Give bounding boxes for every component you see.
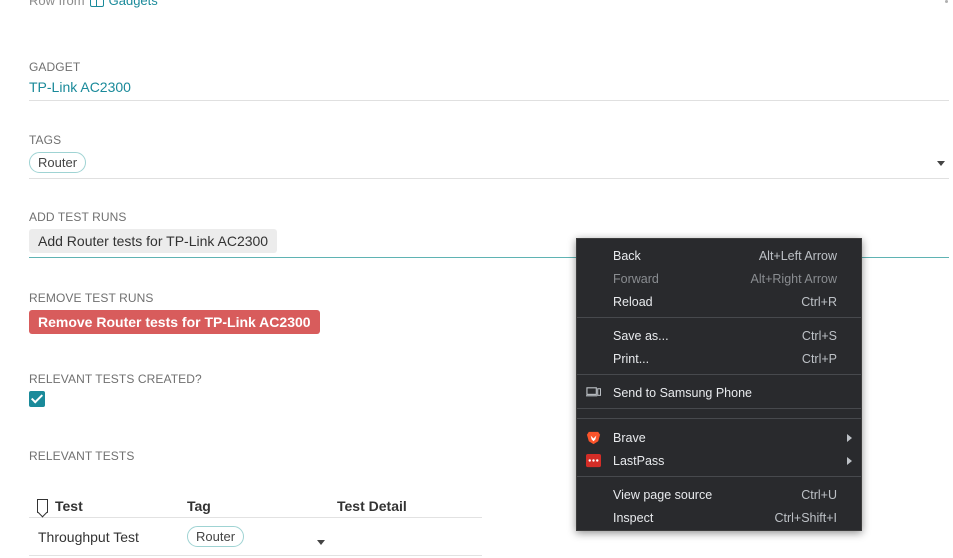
cell-tag[interactable]: Router bbox=[187, 526, 337, 547]
row-from-label: Row from bbox=[29, 0, 85, 8]
menu-item-shortcut: Ctrl+R bbox=[801, 294, 837, 309]
add-test-runs-button[interactable]: Add Router tests for TP-Link AC2300 bbox=[29, 229, 278, 253]
column-header-test-detail[interactable]: Test Detail bbox=[337, 498, 482, 514]
menu-item-brave[interactable]: Brave bbox=[577, 426, 861, 449]
tags-label: TAGS bbox=[29, 133, 62, 147]
menu-item-view-source[interactable]: View page source Ctrl+U bbox=[577, 483, 861, 506]
menu-divider bbox=[577, 476, 861, 477]
menu-item-shortcut: Ctrl+S bbox=[801, 328, 837, 343]
menu-item-send-to-phone[interactable]: Send to Samsung Phone bbox=[577, 381, 861, 404]
menu-divider bbox=[577, 418, 861, 419]
menu-item-label: Forward bbox=[613, 271, 659, 286]
cell-test[interactable]: Throughput Test bbox=[29, 529, 187, 545]
menu-item-save-as[interactable]: Save as... Ctrl+S bbox=[577, 324, 861, 347]
menu-item-label: Print... bbox=[613, 351, 650, 366]
gadget-label: GADGET bbox=[29, 60, 81, 74]
table-header-row: Test Tag Test Detail bbox=[29, 494, 482, 518]
menu-divider bbox=[577, 317, 861, 318]
menu-item-label: Back bbox=[613, 248, 641, 263]
menu-item-label: Send to Samsung Phone bbox=[613, 385, 752, 400]
menu-item-reload[interactable]: Reload Ctrl+R bbox=[577, 290, 861, 313]
menu-item-inspect[interactable]: Inspect Ctrl+Shift+I bbox=[577, 506, 861, 529]
more-options-icon[interactable] bbox=[945, 0, 948, 8]
submenu-arrow-icon bbox=[847, 434, 852, 442]
gadget-field: GADGET TP-Link AC2300 bbox=[29, 60, 949, 101]
context-menu: Back Alt+Left Arrow Forward Alt+Right Ar… bbox=[576, 238, 862, 531]
menu-item-label: Inspect bbox=[613, 510, 654, 525]
brave-icon bbox=[586, 431, 601, 445]
chevron-down-icon[interactable] bbox=[317, 540, 325, 545]
table-name: Gadgets bbox=[108, 0, 158, 8]
table-icon bbox=[89, 0, 104, 7]
menu-item-label: Reload bbox=[613, 294, 653, 309]
menu-item-lastpass[interactable]: LastPass bbox=[577, 449, 861, 472]
chevron-down-icon[interactable] bbox=[937, 161, 945, 166]
menu-item-label: Brave bbox=[613, 430, 646, 445]
tags-select[interactable]: Router bbox=[29, 152, 949, 179]
relevant-tests-table: Test Tag Test Detail Throughput Test Rou… bbox=[29, 494, 482, 556]
menu-item-print[interactable]: Print... Ctrl+P bbox=[577, 347, 861, 370]
tag-pill[interactable]: Router bbox=[187, 526, 245, 547]
table-row[interactable]: Throughput Test Router bbox=[29, 518, 482, 556]
menu-item-shortcut: Ctrl+P bbox=[801, 351, 837, 366]
device-icon bbox=[586, 387, 601, 397]
menu-item-label: View page source bbox=[613, 487, 713, 502]
gadget-link[interactable]: TP-Link AC2300 bbox=[29, 79, 949, 101]
remove-test-runs-button[interactable]: Remove Router tests for TP-Link AC2300 bbox=[29, 310, 320, 334]
table-link[interactable]: Gadgets bbox=[89, 0, 158, 8]
submenu-arrow-icon bbox=[847, 457, 852, 465]
row-source: Row from Gadgets bbox=[29, 0, 158, 8]
menu-item-label: Save as... bbox=[613, 328, 669, 343]
menu-item-shortcut: Alt+Right Arrow bbox=[750, 271, 838, 286]
menu-item-back[interactable]: Back Alt+Left Arrow bbox=[577, 244, 861, 267]
menu-item-shortcut: Ctrl+Shift+I bbox=[774, 510, 837, 525]
menu-item-forward: Forward Alt+Right Arrow bbox=[577, 267, 861, 290]
column-header-test[interactable]: Test bbox=[29, 498, 187, 514]
tags-field: TAGS Router bbox=[29, 133, 949, 179]
tag-pill[interactable]: Router bbox=[29, 152, 87, 173]
menu-divider bbox=[577, 374, 861, 375]
lastpass-icon bbox=[586, 453, 601, 468]
menu-item-label: LastPass bbox=[613, 453, 665, 468]
add-test-runs-label: ADD TEST RUNS bbox=[29, 210, 127, 224]
relevant-tests-created-checkbox[interactable] bbox=[29, 391, 45, 407]
column-header-test-label: Test bbox=[55, 497, 83, 514]
bookmark-icon bbox=[37, 498, 48, 513]
menu-item-shortcut: Ctrl+U bbox=[801, 487, 837, 502]
menu-item-shortcut: Alt+Left Arrow bbox=[758, 248, 837, 263]
menu-divider bbox=[577, 408, 861, 409]
column-header-tag[interactable]: Tag bbox=[187, 498, 337, 514]
